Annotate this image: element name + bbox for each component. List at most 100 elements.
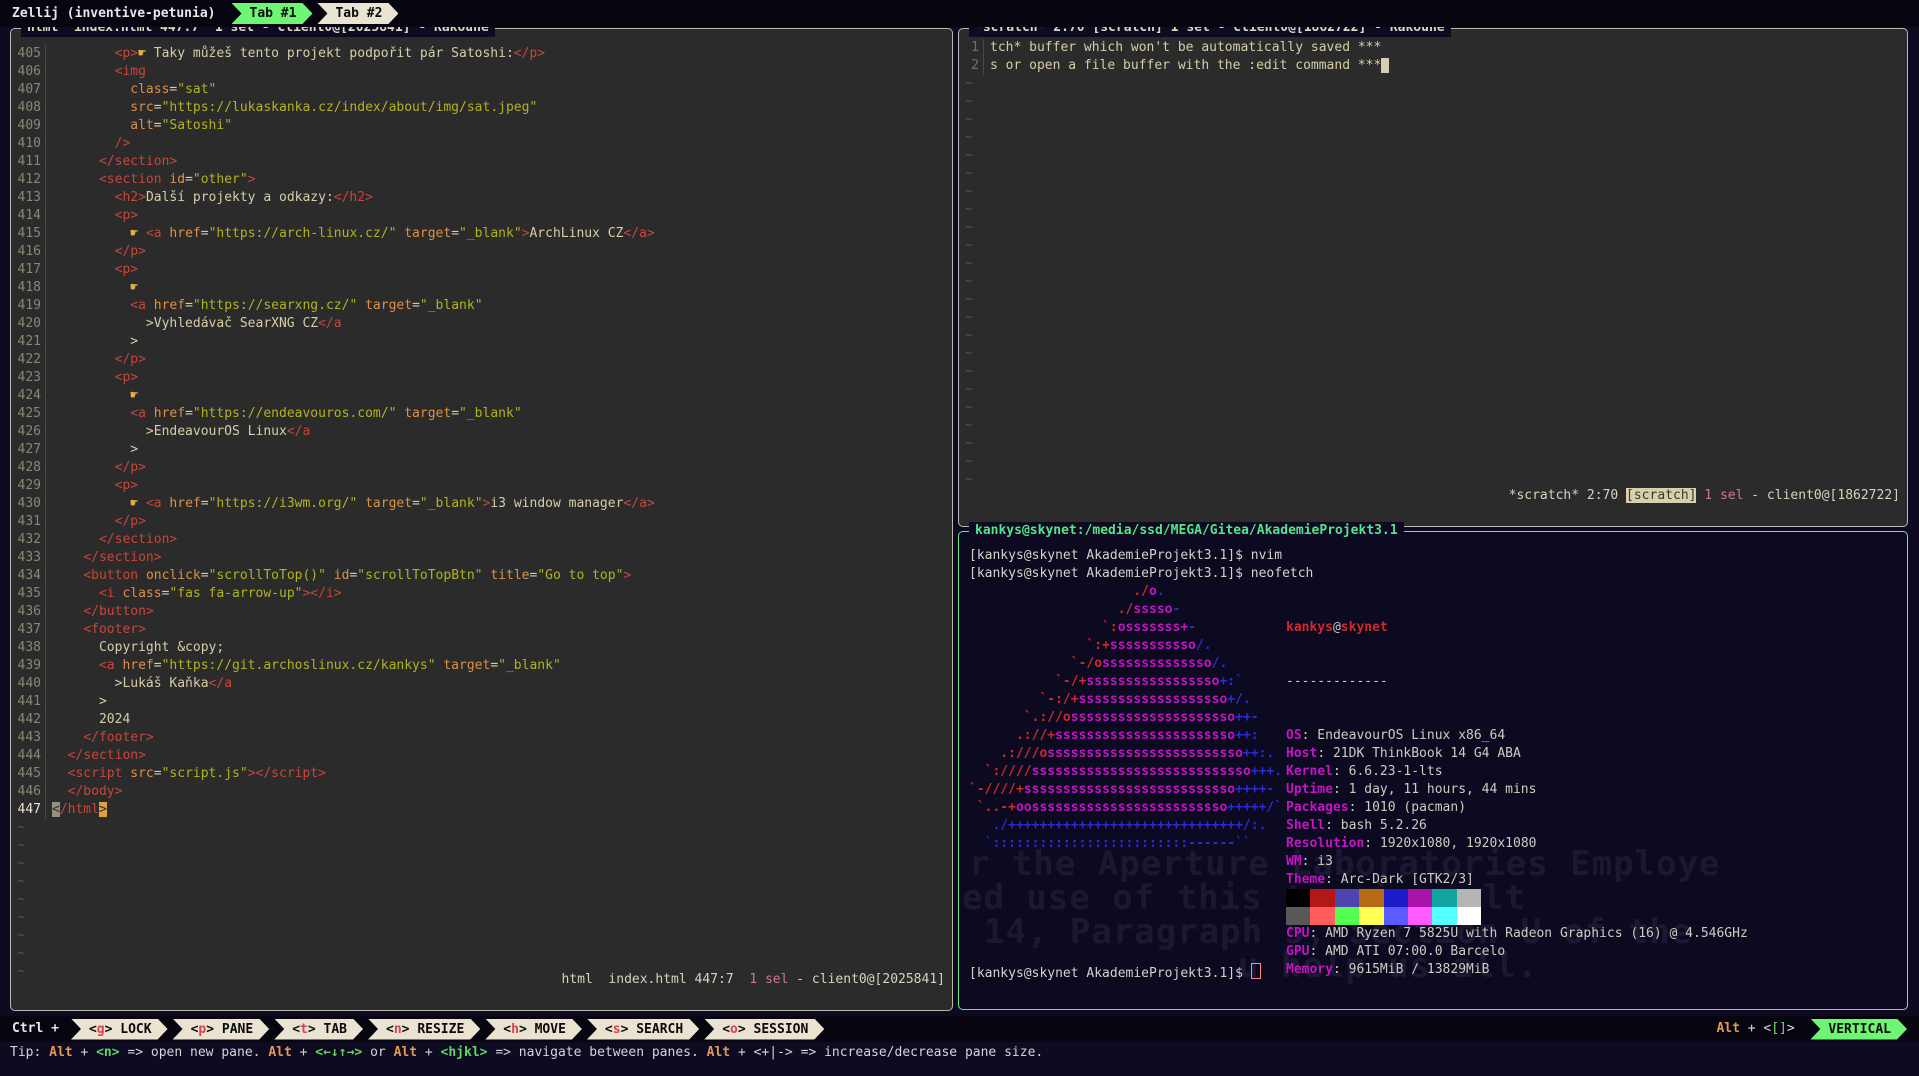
code-line: 441 >: [15, 693, 951, 711]
palette-swatch: [1359, 889, 1383, 907]
line-number: 416: [15, 243, 46, 261]
empty-line-tilde: ~: [963, 418, 973, 433]
line-number: 427: [15, 441, 46, 459]
empty-line-tilde: ~: [963, 472, 973, 487]
palette-row-normal: [1286, 889, 1481, 907]
line-number: 417: [15, 261, 46, 279]
keybind-lock[interactable]: <g> LOCK: [71, 1019, 168, 1040]
code-line: 410 />: [15, 135, 951, 153]
keybind-resize[interactable]: <n> RESIZE: [368, 1019, 480, 1040]
buffer-name-chip: [scratch]: [1626, 488, 1696, 503]
empty-line-tilde: ~: [963, 382, 973, 397]
empty-line-tilde: ~: [15, 856, 25, 871]
alt-prefix: Alt: [1716, 1020, 1739, 1038]
empty-line-tilde: ~: [963, 346, 973, 361]
keybind-search[interactable]: <s> SEARCH: [587, 1019, 699, 1040]
code-line: 1tch* buffer which won't be automaticall…: [963, 39, 1906, 57]
code-line: 435 <i class="fas fa-arrow-up"></i>: [15, 585, 951, 603]
tab-1[interactable]: Tab #1: [232, 3, 313, 24]
line-number: 447: [15, 801, 46, 819]
kakoune-cursor: [1381, 58, 1389, 73]
scratch-pane[interactable]: *scratch* 2:70 [scratch] 1 sel - client0…: [958, 28, 1908, 527]
code-line: 418 ☛: [15, 279, 951, 297]
keybind-hints: <g> LOCK<p> PANE<t> TAB<n> RESIZE<h> MOV…: [71, 1019, 829, 1040]
keybind-move[interactable]: <h> MOVE: [485, 1019, 582, 1040]
line-number: 425: [15, 405, 46, 423]
code-line: 2s or open a file buffer with the :edit …: [963, 57, 1906, 75]
code-line: 442 2024: [15, 711, 951, 729]
code-line: 409 alt="Satoshi": [15, 117, 951, 135]
empty-line-tilde: ~: [963, 292, 973, 307]
code-line: 444 </section>: [15, 747, 951, 765]
code-line: 412 <section id="other">: [15, 171, 951, 189]
terminal-content[interactable]: r the Aperture Laboratories Employeed us…: [960, 533, 1906, 1008]
code-line: 421 >: [15, 333, 951, 351]
palette-swatch: [1408, 889, 1432, 907]
bracket-keys: []: [1771, 1020, 1787, 1038]
empty-line-tilde: ~: [963, 148, 973, 163]
line-number: 426: [15, 423, 46, 441]
palette-swatch: [1432, 907, 1456, 925]
line-number: 420: [15, 315, 46, 333]
line-number: 436: [15, 603, 46, 621]
line-number: 415: [15, 225, 46, 243]
terminal-pane-title: kankys@skynet:/media/ssd/MEGA/Gitea/Akad…: [969, 522, 1404, 540]
neofetch-ascii-logo: ./o. ./sssso- `:osssssss+- `:+ssssssssss…: [969, 583, 1282, 853]
neofetch-info-row: Kernel: 6.6.23-1-lts: [1286, 763, 1748, 781]
editor-buffer[interactable]: 405 <p>☛ Taky můžeš tento projekt podpoř…: [12, 30, 951, 1009]
code-line: 432 </section>: [15, 531, 951, 549]
keybind-pane[interactable]: <p> PANE: [173, 1019, 270, 1040]
line-number: 432: [15, 531, 46, 549]
palette-swatch: [1359, 907, 1383, 925]
keybind-tab[interactable]: <t> TAB: [274, 1019, 363, 1040]
code-line: 415 ☛ <a href="https://arch-linux.cz/" t…: [15, 225, 951, 243]
line-number: 410: [15, 135, 46, 153]
line-number: 411: [15, 153, 46, 171]
line-number: 413: [15, 189, 46, 207]
code-line: 425 <a href="https://endeavouros.com/" t…: [15, 405, 951, 423]
line-number: 430: [15, 495, 46, 513]
empty-line-tilde: ~: [15, 910, 25, 925]
line-number: 424: [15, 387, 46, 405]
line-number: 418: [15, 279, 46, 297]
line-number: 439: [15, 657, 46, 675]
terminal-pane[interactable]: kankys@skynet:/media/ssd/MEGA/Gitea/Akad…: [958, 531, 1908, 1010]
empty-line-tilde: ~: [15, 964, 25, 979]
line-number: 412: [15, 171, 46, 189]
tab-2[interactable]: Tab #2: [317, 3, 398, 24]
tab-bar: Zellij (inventive-petunia) Tab #1Tab #2: [0, 0, 1919, 27]
line-number: 409: [15, 117, 46, 135]
code-line: 443 </footer>: [15, 729, 951, 747]
line-number: 444: [15, 747, 46, 765]
empty-line-tilde: ~: [963, 364, 973, 379]
code-line: 416 </p>: [15, 243, 951, 261]
editor-pane[interactable]: html index.html 447:7 1 sel - client0@[2…: [10, 28, 953, 1011]
empty-line-tilde: ~: [963, 436, 973, 451]
code-line: 438 Copyright &copy;: [15, 639, 951, 657]
neofetch-info-row: Uptime: 1 day, 11 hours, 44 mins: [1286, 781, 1748, 799]
line-number: 419: [15, 297, 46, 315]
shell-prompt[interactable]: [kankys@skynet AkademieProjekt3.1]$: [969, 963, 1261, 983]
terminal-color-palette: [1286, 889, 1481, 925]
empty-line-tilde: ~: [963, 112, 973, 127]
terminal-cursor: [1251, 963, 1261, 979]
palette-swatch: [1384, 907, 1408, 925]
palette-swatch: [1286, 907, 1310, 925]
palette-swatch: [1310, 889, 1334, 907]
palette-row-bright: [1286, 907, 1481, 925]
line-number: 428: [15, 459, 46, 477]
code-line: 440 >Lukáš Kaňka</a: [15, 675, 951, 693]
palette-swatch: [1335, 907, 1359, 925]
session-name: Zellij (inventive-petunia): [0, 5, 232, 23]
line-number: 435: [15, 585, 46, 603]
neofetch-info-row: Memory: 9615MiB / 13829MiB: [1286, 961, 1748, 979]
editor-modeline: html index.html 447:7 1 sel - client0@[2…: [515, 953, 946, 1007]
keybind-session[interactable]: <o> SESSION: [704, 1019, 824, 1040]
empty-line-tilde: ~: [963, 274, 973, 289]
empty-line-tilde: ~: [963, 220, 973, 235]
scratch-buffer[interactable]: 1tch* buffer which won't be automaticall…: [960, 30, 1906, 525]
code-line: 436 </button>: [15, 603, 951, 621]
neofetch-info-row: WM: i3: [1286, 853, 1748, 871]
code-line: 405 <p>☛ Taky můžeš tento projekt podpoř…: [15, 45, 951, 63]
line-number: 405: [15, 45, 46, 63]
